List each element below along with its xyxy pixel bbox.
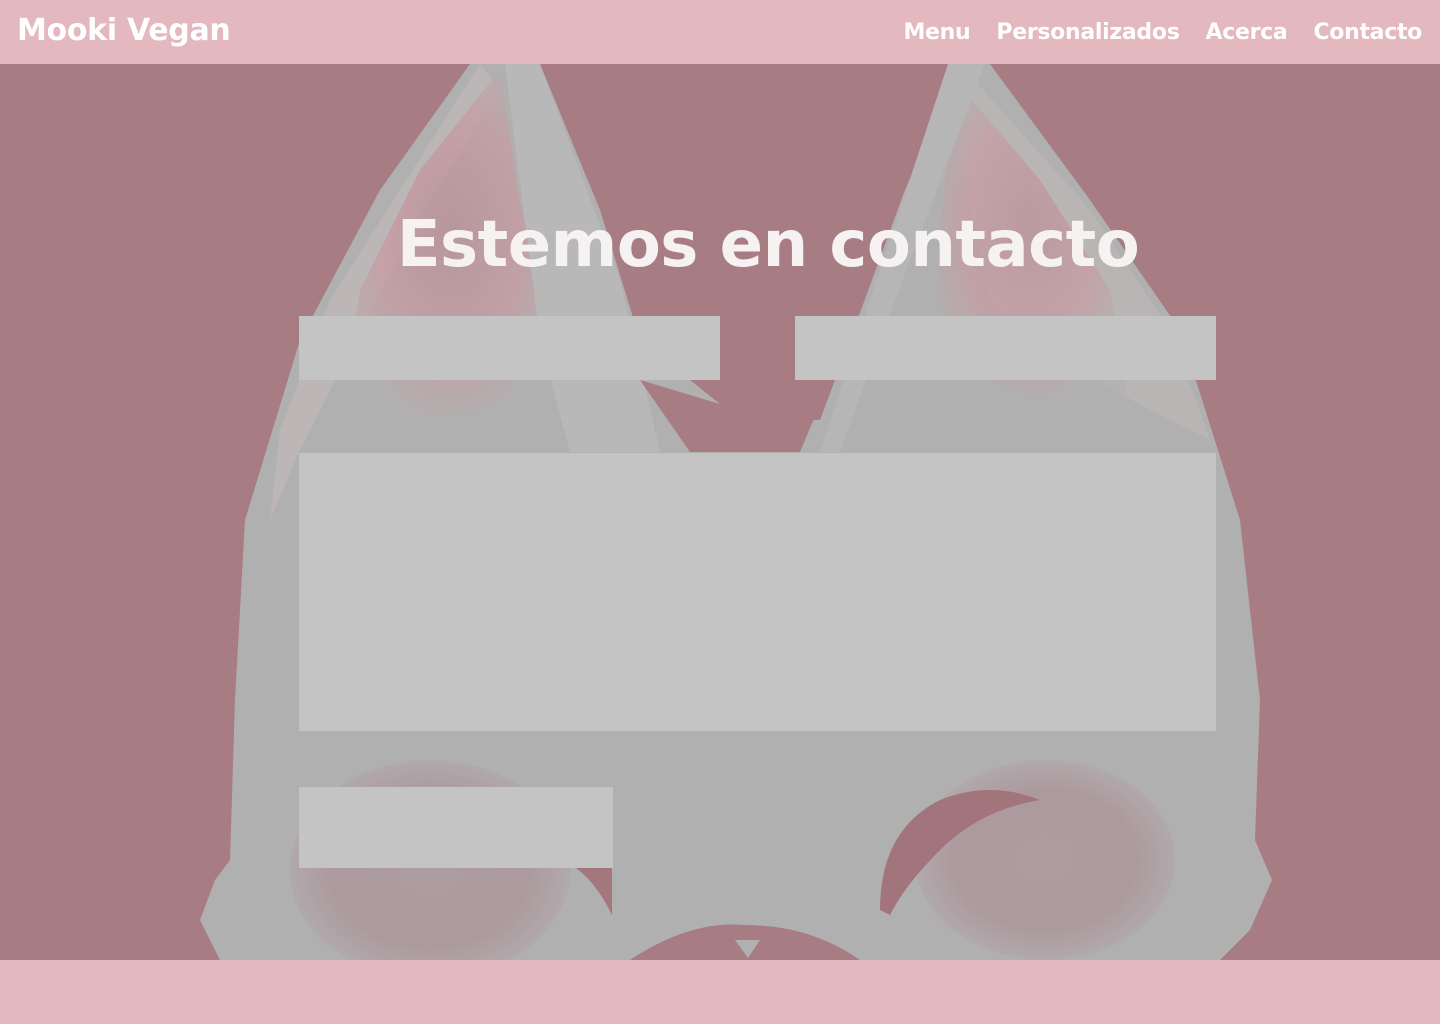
nav-link-menu[interactable]: Menu bbox=[903, 20, 970, 45]
email-input[interactable] bbox=[795, 316, 1216, 380]
message-textarea[interactable] bbox=[299, 453, 1216, 731]
nav-links: Menu Personalizados Acerca Contacto bbox=[903, 20, 1422, 45]
name-input[interactable] bbox=[299, 316, 720, 380]
page-footer bbox=[0, 960, 1440, 1024]
top-navbar: Mooki Vegan Menu Personalizados Acerca C… bbox=[0, 0, 1440, 64]
right-cheek bbox=[915, 760, 1175, 960]
submit-button[interactable] bbox=[299, 787, 613, 868]
brand-logo[interactable]: Mooki Vegan bbox=[17, 13, 231, 48]
nav-link-contacto[interactable]: Contacto bbox=[1313, 20, 1422, 45]
nav-link-acerca[interactable]: Acerca bbox=[1206, 20, 1288, 45]
contact-title: Estemos en contacto bbox=[396, 207, 1140, 282]
contact-page: Mooki Vegan Menu Personalizados Acerca C… bbox=[0, 0, 1440, 1024]
nav-link-personalizados[interactable]: Personalizados bbox=[996, 20, 1179, 45]
